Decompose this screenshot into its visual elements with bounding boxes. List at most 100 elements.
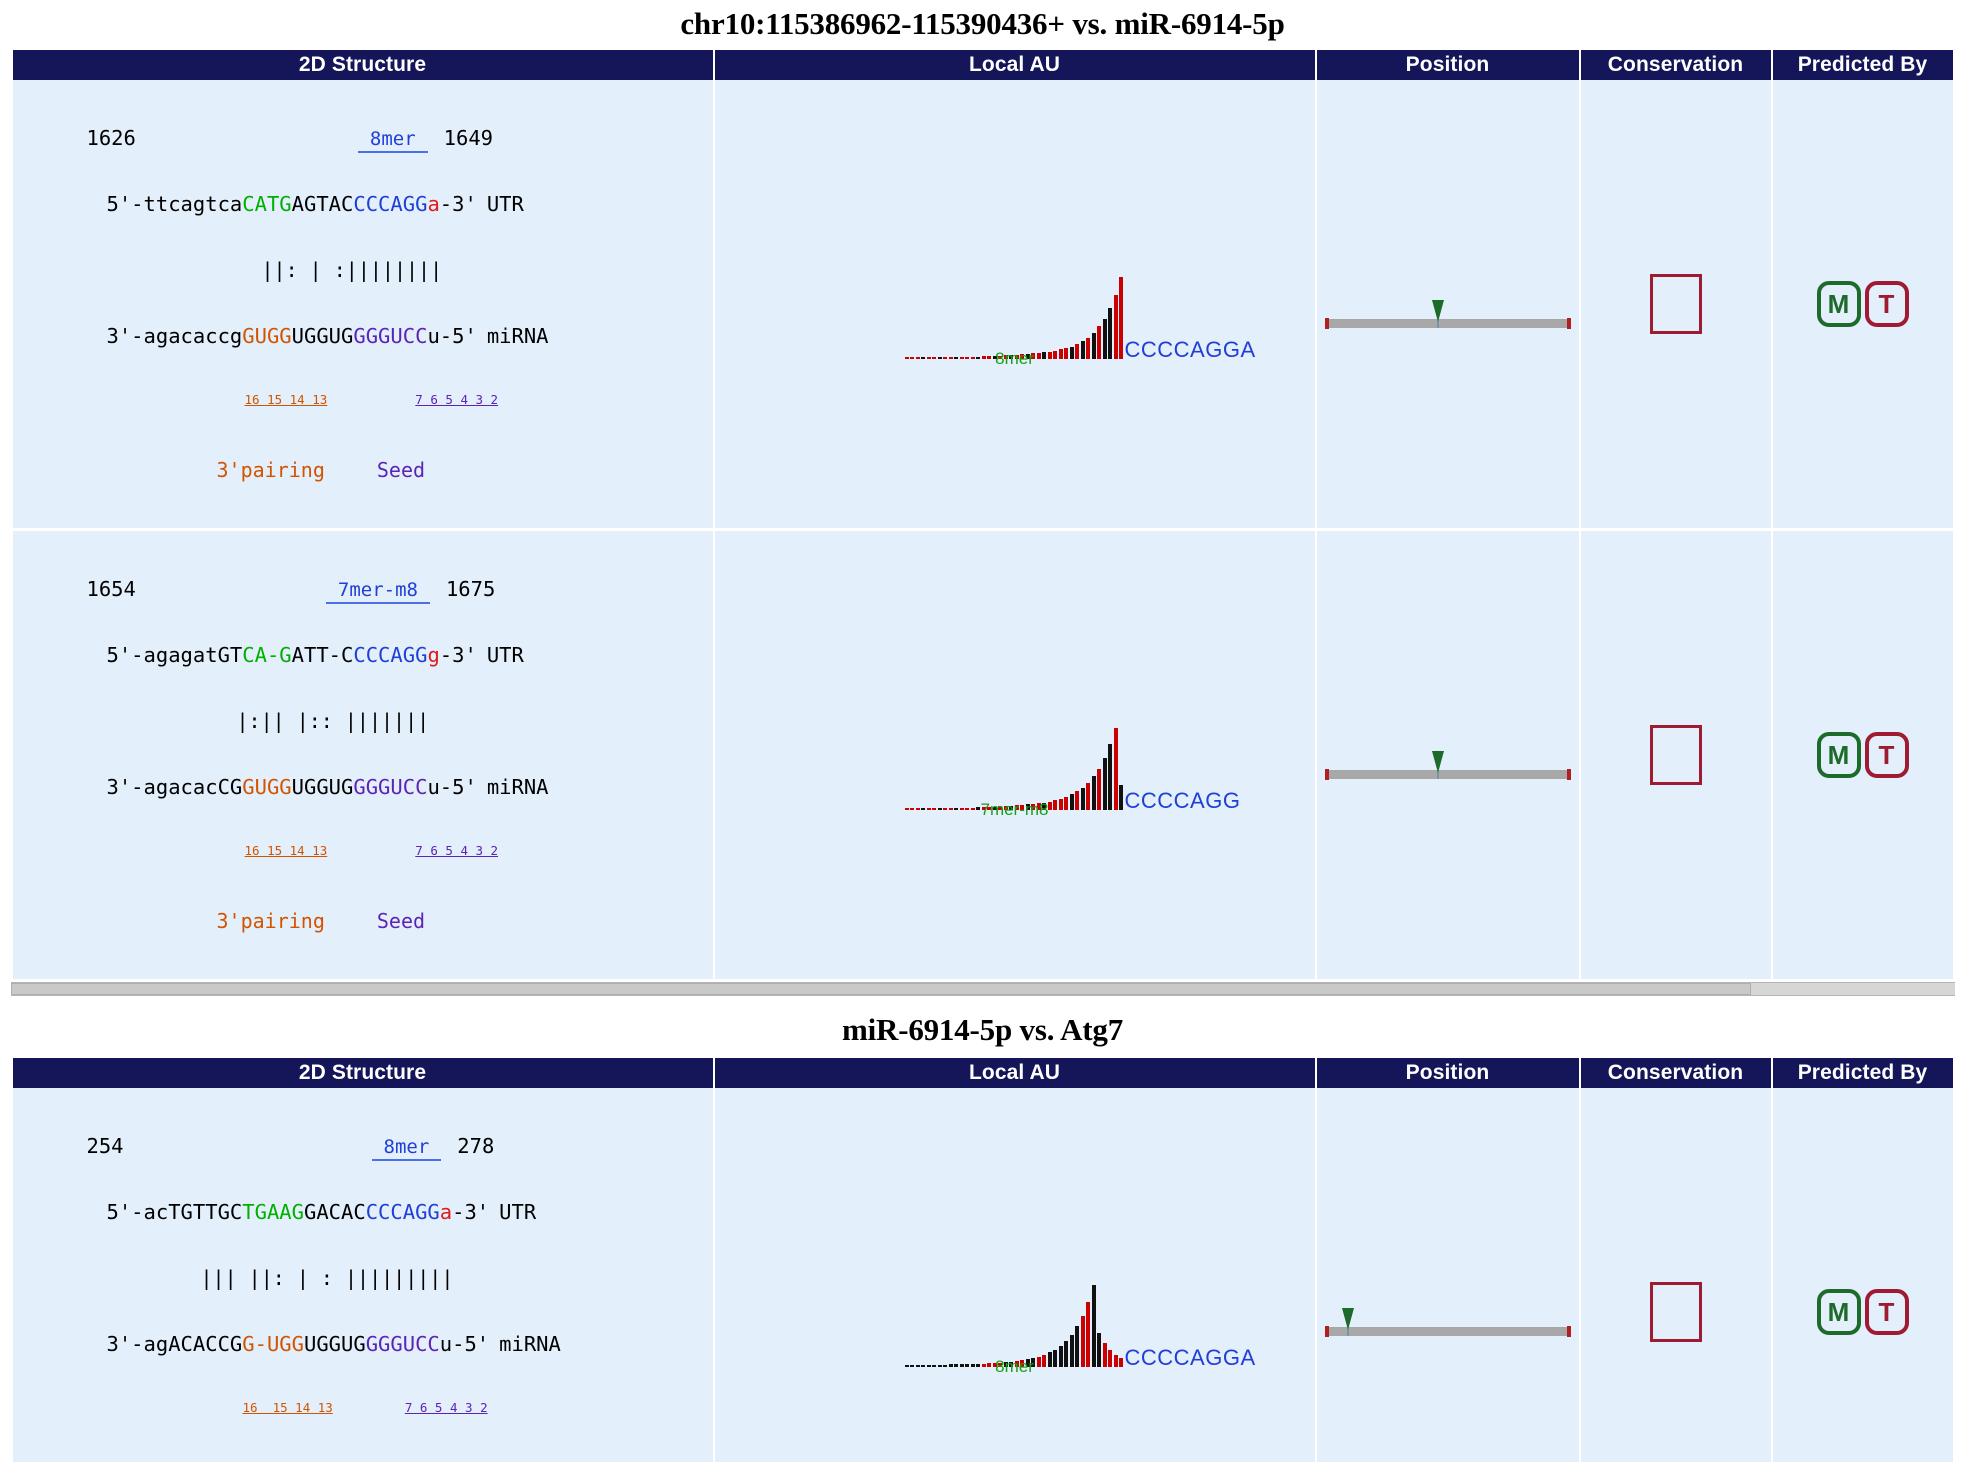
conservation-widget [1581, 256, 1771, 352]
site-start-coord: 1626 [86, 126, 136, 150]
cell-2d-structure: 1626 8mer 1649 5'-ttcagtcaCATGAGTACCCCAGGa… [12, 80, 713, 528]
column-header-local-au[interactable]: Local AU [714, 1058, 1315, 1088]
utr-suffix: -3' [439, 192, 477, 216]
mirna-sequence-row: 3'-agacacCGGUGGUGGUGGGGUCCu-5' miRNA [57, 777, 713, 801]
utr-segment-black-1: acTGTTGC [143, 1200, 243, 1224]
seed-label: Seed [376, 909, 426, 933]
mirna-segment-black-3: u [427, 324, 440, 348]
site-start-coord: 1654 [86, 577, 136, 601]
cell-2d-structure: 1654 7mer-m8 1675 5'-agagatGTCA-GATT-CCCCA… [12, 531, 713, 979]
mirna-segment-black-1: agACACCG [143, 1332, 243, 1356]
mirna-segment-orange-3p: GUGG [242, 775, 292, 799]
results-table-section-2: 2D Structure Local AU Position Conservat… [11, 1058, 1955, 1462]
mirna-segment-purple-seed: GGGUCC [365, 1332, 440, 1356]
column-header-conservation[interactable]: Conservation [1580, 1058, 1771, 1088]
mirna-prefix: 3'- [106, 1332, 144, 1356]
column-header-position[interactable]: Position [1316, 1058, 1579, 1088]
duplex-alignment: 1626 8mer 1649 5'-ttcagtcaCATGAGTACCCCAGGa… [13, 80, 713, 528]
utr-suffix: -3' [452, 1200, 490, 1224]
column-header-predicted-by[interactable]: Predicted By [1772, 50, 1953, 80]
mirna-row-label: miRNA [486, 324, 549, 348]
site-end-coord: 1675 [445, 577, 496, 601]
base-pairing-row: ||: | :|||||||| [57, 260, 713, 284]
column-header-2d-structure[interactable]: 2D Structure [12, 1058, 713, 1088]
column-header-conservation[interactable]: Conservation [1580, 50, 1771, 80]
cell-conservation [1580, 80, 1771, 528]
seed-numbers: 7 6 5 4 3 2 [404, 1400, 488, 1415]
cell-2d-structure: 254 8mer 278 5'-acTGTTGCTGAAGGACACCCCAGGa-… [12, 1088, 713, 1462]
column-header-local-au[interactable]: Local AU [714, 50, 1315, 80]
seed-label: Seed [376, 458, 426, 482]
position-marker-icon [1431, 751, 1444, 773]
mirna-segment-black-2: UGGUG [291, 324, 354, 348]
site-type-label: 8mer [357, 128, 428, 153]
mirna-suffix: -5' [439, 775, 477, 799]
table-header-row: 2D Structure Local AU Position Conservat… [12, 50, 1953, 80]
cell-predicted-by: M T [1772, 80, 1953, 528]
predicted-by-badge-targetscan[interactable]: T [1864, 281, 1909, 327]
cell-local-au: CCCCAGGA 8mer [714, 1088, 1315, 1462]
mirna-segment-black-1: agacacCG [143, 775, 243, 799]
utr-suffix: -3' [439, 643, 477, 667]
results-table-section-1: 2D Structure Local AU Position Conservat… [11, 50, 1955, 979]
mirna-segment-black-3: u [427, 775, 440, 799]
column-header-predicted-by[interactable]: Predicted By [1772, 1058, 1953, 1088]
horizontal-scrollbar[interactable] [10, 982, 1955, 996]
mirna-row-label: miRNA [486, 775, 549, 799]
cell-position [1316, 80, 1579, 528]
utr-row-label: UTR [499, 1200, 537, 1224]
site-type-label: 7mer-m8 [325, 579, 430, 604]
utr-prefix: 5'- [106, 643, 144, 667]
utr-sequence-row: 5'-acTGTTGCTGAAGGACACCCCAGGa-3' UTR [57, 1202, 713, 1226]
site-end-coord: 1649 [443, 126, 494, 150]
predicted-by-badge-mirdb[interactable]: M [1816, 1289, 1861, 1335]
mirna-suffix: -5' [452, 1332, 490, 1356]
duplex-alignment: 254 8mer 278 5'-acTGTTGCTGAAGGACACCCCAGGa-… [13, 1088, 713, 1462]
mirna-target-results-page: chr10:115386962-115390436+ vs. miR-6914-… [0, 0, 1965, 1462]
cell-local-au: CCCCAGG 7mer-m8 [714, 531, 1315, 979]
position-track-widget [1317, 256, 1579, 352]
three-prime-pairing-label: 3'pairing [216, 458, 325, 482]
au-site-type-label: 7mer-m8 [980, 800, 1049, 819]
utr-segment-blue-seed: CCCAGG [353, 643, 428, 667]
cell-local-au: CCCCAGGA 8mer [714, 80, 1315, 528]
scrollbar-thumb[interactable] [10, 983, 1751, 995]
cell-position [1316, 531, 1579, 979]
column-header-position[interactable]: Position [1316, 50, 1579, 80]
base-pairing-bars: ||| ||: | : ||||||||| [200, 1266, 454, 1290]
utr-segment-blue-seed: CCCAGG [353, 192, 428, 216]
predicted-by-badge-targetscan[interactable]: T [1864, 1289, 1909, 1335]
utr-segment-red: a [439, 1200, 453, 1224]
region-labels-row: 3'pairing Seed [57, 458, 713, 482]
site-type-label: 8mer [371, 1136, 442, 1161]
base-pairing-row: ||| ||: | : ||||||||| [57, 1268, 713, 1292]
base-pairing-bars: |:|| |:: ||||||| [236, 709, 430, 733]
utr-segment-black-2: GACAC [304, 1200, 366, 1224]
three-prime-pairing-numbers: 16 15 14 13 [242, 1400, 333, 1415]
utr-segment-red: g [427, 643, 440, 667]
three-prime-pairing-numbers: 16 15 14 13 [244, 392, 328, 407]
predicted-by-badge-targetscan[interactable]: T [1864, 732, 1909, 778]
predicted-by-badges: M T [1773, 707, 1953, 803]
utr-segment-red: a [427, 192, 440, 216]
utr-prefix: 5'- [106, 192, 144, 216]
column-header-2d-structure[interactable]: 2D Structure [12, 50, 713, 80]
mirna-prefix: 3'- [106, 324, 144, 348]
au-site-type-label: 8mer [995, 349, 1034, 368]
mirna-segment-black-2: UGGUG [304, 1332, 366, 1356]
cell-position [1316, 1088, 1579, 1462]
conservation-widget [1581, 1264, 1771, 1360]
mirna-segment-black-1: agacaccg [143, 324, 243, 348]
utr-segment-black-1: ttcagtca [143, 192, 243, 216]
table-header-row: 2D Structure Local AU Position Conservat… [12, 1058, 1953, 1088]
predicted-by-badge-mirdb[interactable]: M [1816, 281, 1861, 327]
cell-predicted-by: M T [1772, 1088, 1953, 1462]
cell-conservation [1580, 1088, 1771, 1462]
utr-segment-green: CATG [242, 192, 292, 216]
results-table-body-1: 1626 8mer 1649 5'-ttcagtcaCATGAGTACCCCAGGa… [12, 80, 1953, 979]
position-numbers-row: 16 15 14 13 7 6 5 4 3 2 [57, 392, 713, 416]
predicted-by-badge-mirdb[interactable]: M [1816, 732, 1861, 778]
position-numbers-row: 16 15 14 13 7 6 5 4 3 2 [57, 1400, 713, 1424]
cell-conservation [1580, 531, 1771, 979]
utr-length-track [1324, 1326, 1571, 1337]
